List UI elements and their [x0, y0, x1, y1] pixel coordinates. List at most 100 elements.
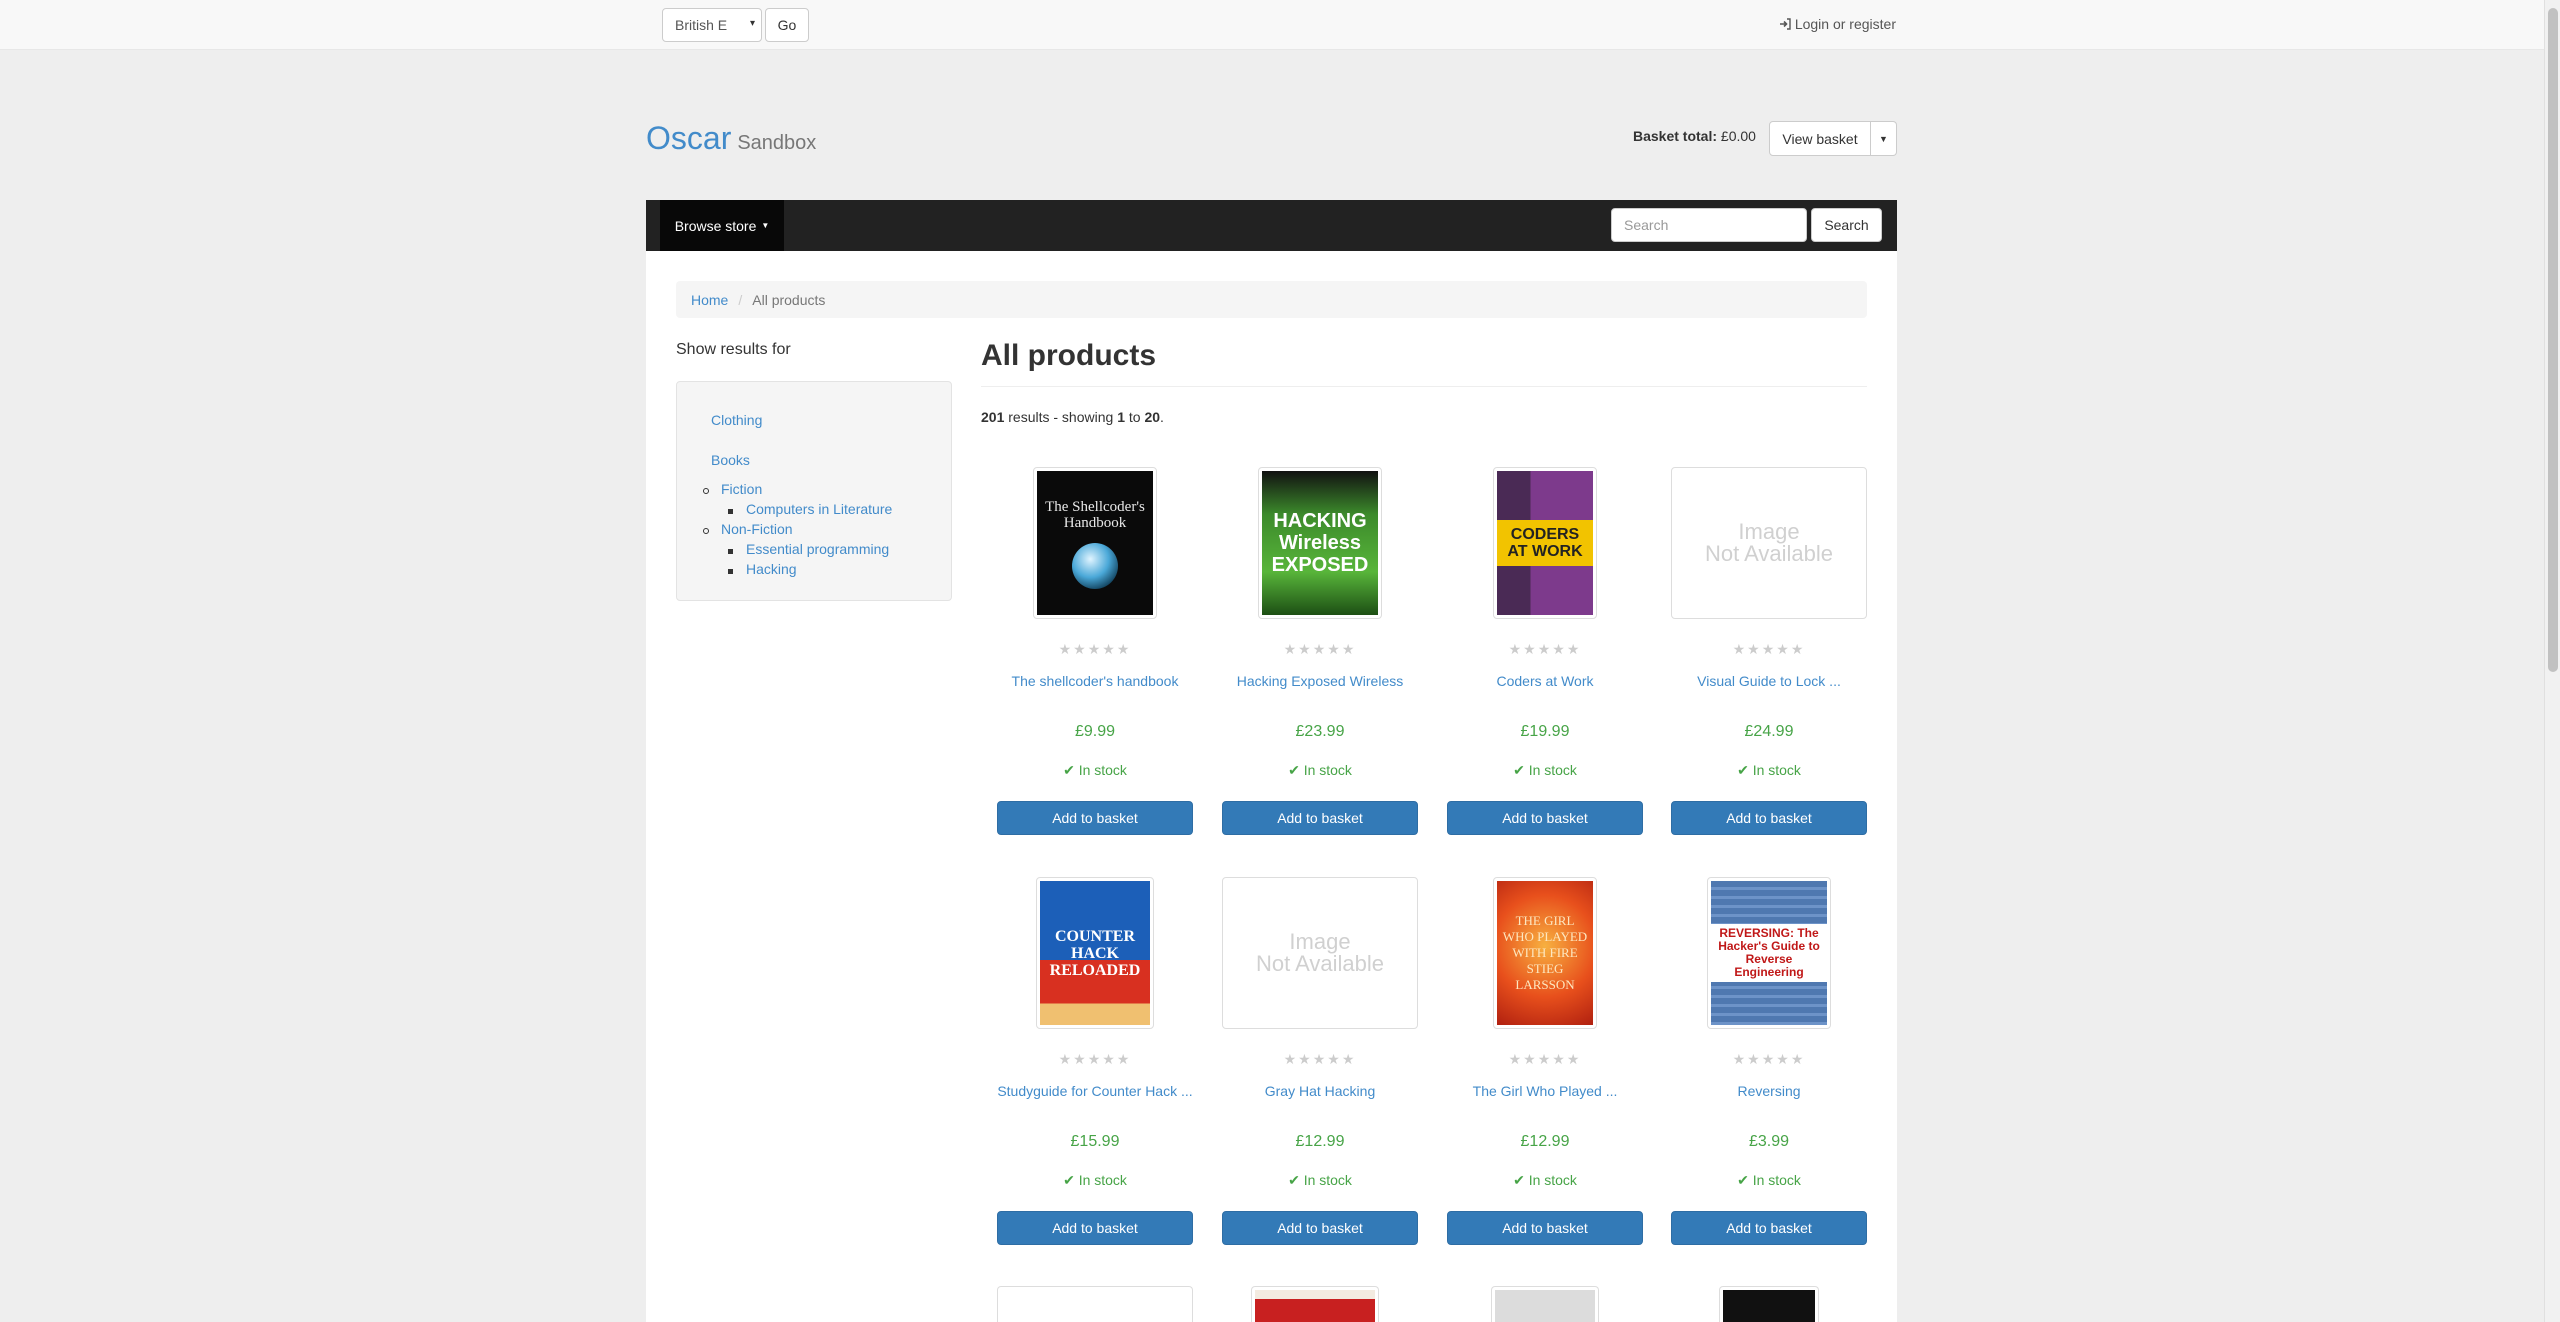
product-image[interactable]: The Shellcoder's Handbook — [997, 467, 1193, 619]
category-books[interactable]: Books — [711, 452, 750, 468]
stock-status: ✔ In stock — [1447, 1172, 1643, 1189]
stock-label: In stock — [1752, 762, 1801, 778]
stock-label: In stock — [1528, 1172, 1577, 1188]
rating-stars: ★★★★★ — [1058, 641, 1132, 657]
result-total: 201 — [981, 409, 1005, 425]
list-bullet — [728, 549, 733, 554]
result-text: to — [1124, 409, 1145, 425]
result-text: . — [1160, 409, 1164, 425]
brand-name: Oscar — [646, 120, 732, 156]
list-bullet — [703, 488, 709, 494]
basket-total: Basket total: £0.00 — [1633, 128, 1756, 144]
book-cover-text: CODERS AT WORK — [1497, 520, 1593, 566]
breadcrumb-current: All products — [752, 291, 826, 308]
sign-in-icon — [1779, 18, 1791, 30]
product-image[interactable] — [1491, 1286, 1599, 1322]
product-image[interactable] — [997, 1286, 1193, 1322]
product-title[interactable]: Coders at Work — [1447, 671, 1643, 691]
stock-status: ✔ In stock — [1671, 762, 1867, 779]
rating-stars: ★★★★★ — [1508, 641, 1582, 657]
language-select[interactable]: British E ▾ — [662, 8, 762, 42]
check-icon: ✔ — [1737, 1172, 1749, 1188]
search-button[interactable]: Search — [1811, 208, 1882, 242]
product-title[interactable]: Hacking Exposed Wireless — [1222, 671, 1418, 691]
stock-label: In stock — [1528, 762, 1577, 778]
top-bar: British E ▾ Go Login or register — [0, 0, 2544, 50]
product-title[interactable]: The shellcoder's handbook — [997, 671, 1193, 691]
image-not-available: Image Not Available — [1222, 877, 1418, 1029]
language-go-button[interactable]: Go — [765, 8, 809, 42]
search-input[interactable]: Search — [1611, 208, 1807, 242]
stock-status: ✔ In stock — [997, 762, 1193, 779]
product-image[interactable]: Image Not Available — [1222, 877, 1418, 1029]
stock-label: In stock — [1303, 1172, 1352, 1188]
product-price: £12.99 — [1520, 1133, 1570, 1150]
breadcrumb-home[interactable]: Home — [691, 292, 728, 308]
add-to-basket-button[interactable]: Add to basket — [1447, 801, 1643, 835]
stock-status: ✔ In stock — [1222, 1172, 1418, 1189]
product-image[interactable]: COUNTER HACK RELOADED — [997, 877, 1193, 1029]
category-fiction[interactable]: Fiction — [721, 481, 762, 497]
add-to-basket-button[interactable]: Add to basket — [997, 801, 1193, 835]
category-sidebar: Clothing Books Fiction Computers in Lite… — [676, 381, 952, 601]
sidebar-heading: Show results for — [676, 341, 791, 358]
category-non-fiction[interactable]: Non-Fiction — [721, 521, 793, 537]
basket-button-group: View basket ▼ — [1769, 121, 1897, 156]
add-to-basket-button[interactable]: Add to basket — [1222, 801, 1418, 835]
product-price: £9.99 — [1074, 723, 1116, 740]
add-to-basket-button[interactable]: Add to basket — [997, 1211, 1193, 1245]
product-image[interactable]: HACKING Wireless EXPOSED — [1222, 467, 1418, 619]
product-price: £3.99 — [1748, 1133, 1790, 1150]
page-content: Home / All products Show results for Clo… — [646, 251, 1897, 1322]
result-to: 20 — [1144, 409, 1161, 425]
language-select-value: British E — [675, 17, 728, 33]
category-clothing[interactable]: Clothing — [711, 412, 762, 428]
add-to-basket-button[interactable]: Add to basket — [1671, 801, 1867, 835]
browse-store-label: Browse store — [674, 217, 757, 234]
stock-label: In stock — [1752, 1172, 1801, 1188]
check-icon: ✔ — [1513, 1172, 1525, 1188]
brand-logo[interactable]: Oscar Sandbox — [646, 120, 816, 157]
search-placeholder: Search — [1624, 217, 1669, 233]
product-title[interactable]: Gray Hat Hacking — [1222, 1081, 1418, 1101]
scrollbar-thumb[interactable] — [2548, 8, 2558, 672]
category-hacking[interactable]: Hacking — [746, 561, 797, 577]
check-icon: ✔ — [1063, 762, 1075, 778]
product-image[interactable] — [1719, 1286, 1819, 1322]
product-title[interactable]: Visual Guide to Lock ... — [1671, 671, 1867, 691]
browse-store-dropdown[interactable]: Browse store ▼ — [660, 200, 784, 251]
divider — [981, 386, 1867, 387]
basket-total-value: £0.00 — [1720, 128, 1756, 144]
image-na-text: Not Available — [1255, 951, 1384, 976]
stock-label: In stock — [1078, 1172, 1127, 1188]
product-price: £24.99 — [1744, 723, 1794, 740]
product-title[interactable]: Studyguide for Counter Hack ... — [997, 1081, 1193, 1101]
product-image[interactable]: Image Not Available — [1671, 467, 1867, 619]
basket-dropdown-toggle[interactable]: ▼ — [1871, 121, 1897, 156]
stock-status: ✔ In stock — [1671, 1172, 1867, 1189]
product-image[interactable]: REVERSING: The Hacker's Guide to Reverse… — [1671, 877, 1867, 1029]
product-title[interactable]: The Girl Who Played ... — [1447, 1081, 1643, 1101]
login-register-link[interactable]: Login or register — [1779, 16, 1896, 32]
add-to-basket-button[interactable]: Add to basket — [1447, 1211, 1643, 1245]
rating-stars: ★★★★★ — [1058, 1051, 1132, 1067]
image-not-available: Image Not Available — [1671, 467, 1867, 619]
rating-stars: ★★★★★ — [1283, 1051, 1357, 1067]
stock-label: In stock — [1303, 762, 1352, 778]
breadcrumb: Home / All products — [676, 281, 1867, 318]
add-to-basket-button[interactable]: Add to basket — [1671, 1211, 1867, 1245]
book-cover-text: REVERSING: The Hacker's Guide to Reverse… — [1711, 924, 1827, 982]
product-title[interactable]: Reversing — [1671, 1081, 1867, 1101]
stock-status: ✔ In stock — [1222, 762, 1418, 779]
category-computers-in-literature[interactable]: Computers in Literature — [746, 501, 892, 517]
page-scrollbar[interactable] — [2544, 0, 2560, 1322]
add-to-basket-button[interactable]: Add to basket — [1222, 1211, 1418, 1245]
breadcrumb-separator: / — [738, 291, 743, 308]
rating-stars: ★★★★★ — [1732, 641, 1806, 657]
product-image[interactable]: THE GIRL WHO PLAYED WITH FIRE STIEG LARS… — [1447, 877, 1643, 1029]
page-title: All products — [981, 339, 1157, 372]
category-essential-programming[interactable]: Essential programming — [746, 541, 889, 557]
product-image[interactable] — [1251, 1286, 1379, 1322]
product-image[interactable]: CODERS AT WORK — [1447, 467, 1643, 619]
view-basket-button[interactable]: View basket — [1769, 121, 1871, 156]
